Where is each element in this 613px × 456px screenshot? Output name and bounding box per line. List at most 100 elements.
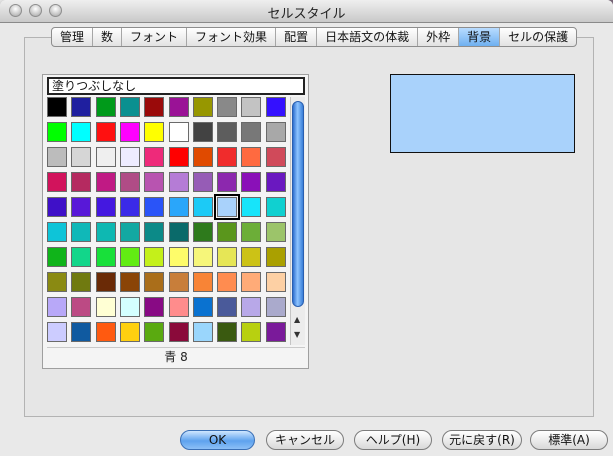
reset-button[interactable]: 元に戻す(R) [442, 430, 522, 450]
tab-5[interactable]: 日本語文の体裁 [317, 28, 419, 46]
color-swatch[interactable] [95, 322, 116, 342]
color-swatch[interactable] [168, 197, 189, 217]
color-swatch[interactable] [47, 197, 67, 217]
color-swatch[interactable] [192, 247, 213, 267]
color-swatch[interactable] [71, 297, 92, 317]
color-swatch[interactable] [241, 122, 262, 142]
color-swatch[interactable] [217, 222, 238, 242]
tab-8[interactable]: セルの保護 [500, 28, 576, 46]
color-swatch[interactable] [168, 122, 189, 142]
color-swatch[interactable] [192, 272, 213, 292]
tab-4[interactable]: 配置 [276, 28, 318, 46]
color-swatch[interactable] [95, 122, 116, 142]
color-swatch[interactable] [95, 172, 116, 192]
color-swatch[interactable] [144, 247, 165, 267]
color-swatch[interactable] [241, 322, 262, 342]
color-swatch[interactable] [217, 322, 238, 342]
color-swatch[interactable] [95, 297, 116, 317]
color-swatch[interactable] [192, 122, 213, 142]
color-swatch[interactable] [144, 147, 165, 167]
color-swatch[interactable] [214, 194, 241, 220]
color-swatch[interactable] [71, 197, 92, 217]
color-swatch[interactable] [168, 297, 189, 317]
scrollbar-thumb[interactable] [292, 101, 304, 307]
tab-1[interactable]: 数 [93, 28, 123, 46]
color-swatch[interactable] [119, 297, 140, 317]
color-swatch[interactable] [144, 97, 165, 117]
tab-2[interactable]: フォント [122, 28, 188, 46]
color-swatch[interactable] [168, 247, 189, 267]
cancel-button[interactable]: キャンセル [266, 430, 344, 450]
tab-7[interactable]: 背景 [459, 28, 501, 46]
color-swatch[interactable] [119, 272, 140, 292]
color-swatch[interactable] [71, 147, 92, 167]
color-swatch[interactable] [71, 247, 92, 267]
color-swatch[interactable] [265, 172, 286, 192]
color-swatch[interactable] [95, 147, 116, 167]
color-swatch[interactable] [265, 247, 286, 267]
color-swatch[interactable] [47, 272, 67, 292]
standard-button[interactable]: 標準(A) [530, 430, 608, 450]
color-swatch[interactable] [144, 197, 165, 217]
color-swatch[interactable] [241, 272, 262, 292]
scroll-down-arrow-icon[interactable]: ▼ [294, 330, 300, 339]
color-swatch[interactable] [119, 97, 140, 117]
color-swatch[interactable] [217, 122, 238, 142]
color-swatch[interactable] [217, 97, 238, 117]
color-swatch[interactable] [71, 97, 92, 117]
color-swatch[interactable] [47, 172, 67, 192]
color-swatch[interactable] [95, 197, 116, 217]
color-swatch[interactable] [71, 222, 92, 242]
color-swatch[interactable] [168, 222, 189, 242]
color-swatch[interactable] [168, 147, 189, 167]
color-swatch[interactable] [192, 197, 213, 217]
color-swatch[interactable] [241, 297, 262, 317]
color-swatch[interactable] [265, 122, 286, 142]
tab-6[interactable]: 外枠 [418, 28, 460, 46]
color-swatch[interactable] [95, 272, 116, 292]
color-swatch[interactable] [71, 272, 92, 292]
color-swatch[interactable] [192, 222, 213, 242]
color-swatch[interactable] [144, 297, 165, 317]
palette-scrollbar[interactable]: ▲ ▼ [290, 97, 305, 345]
color-swatch[interactable] [241, 147, 262, 167]
color-swatch[interactable] [192, 147, 213, 167]
ok-button[interactable]: OK [180, 430, 255, 450]
color-swatch[interactable] [119, 147, 140, 167]
color-swatch[interactable] [265, 147, 286, 167]
color-swatch[interactable] [241, 197, 262, 217]
no-fill-option[interactable]: 塗りつぶしなし [47, 77, 305, 95]
color-swatch[interactable] [192, 297, 213, 317]
color-swatch[interactable] [144, 172, 165, 192]
color-swatch[interactable] [71, 322, 92, 342]
color-swatch[interactable] [119, 172, 140, 192]
color-swatch[interactable] [47, 97, 67, 117]
color-swatch[interactable] [47, 247, 67, 267]
color-swatch[interactable] [144, 272, 165, 292]
color-swatch[interactable] [168, 272, 189, 292]
color-swatch[interactable] [119, 122, 140, 142]
color-swatch[interactable] [144, 222, 165, 242]
color-swatch[interactable] [119, 322, 140, 342]
color-swatch[interactable] [144, 322, 165, 342]
color-swatch[interactable] [95, 97, 116, 117]
color-swatch[interactable] [265, 197, 286, 217]
scroll-up-arrow-icon[interactable]: ▲ [294, 315, 300, 324]
color-swatch[interactable] [119, 222, 140, 242]
color-swatch[interactable] [265, 222, 286, 242]
tab-0[interactable]: 管理 [52, 28, 94, 46]
color-swatch[interactable] [192, 322, 213, 342]
color-swatch[interactable] [265, 297, 286, 317]
color-swatch[interactable] [241, 172, 262, 192]
color-swatch[interactable] [95, 222, 116, 242]
color-swatch[interactable] [71, 122, 92, 142]
color-swatch[interactable] [241, 222, 262, 242]
color-swatch[interactable] [95, 247, 116, 267]
color-swatch[interactable] [144, 122, 165, 142]
color-swatch[interactable] [47, 322, 67, 342]
color-swatch[interactable] [192, 172, 213, 192]
color-swatch[interactable] [241, 247, 262, 267]
color-swatch[interactable] [47, 147, 67, 167]
color-swatch[interactable] [47, 297, 67, 317]
color-swatch[interactable] [217, 172, 238, 192]
